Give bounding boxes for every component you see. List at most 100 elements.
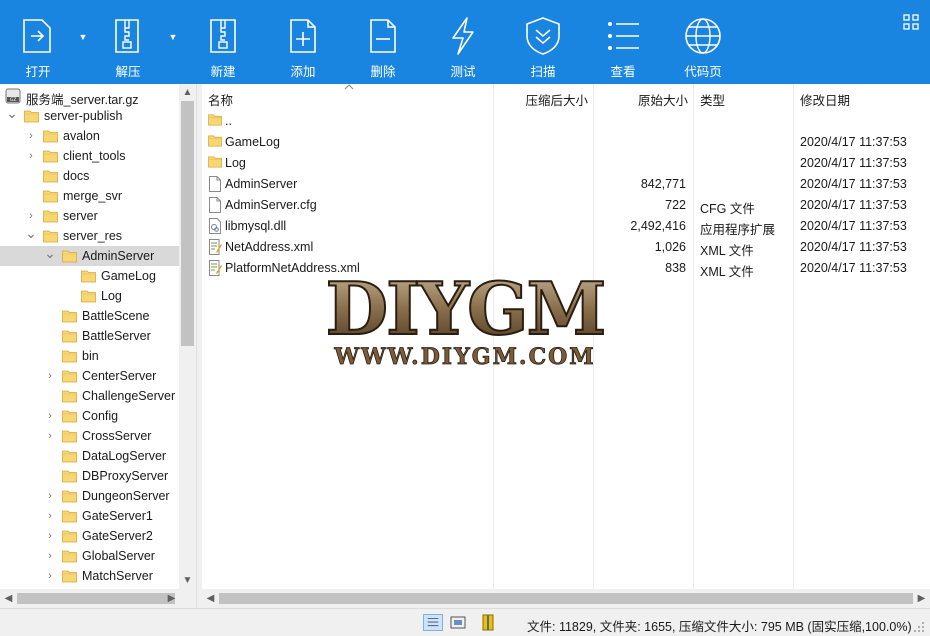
tree-item[interactable]: ⌄ AdminServer (0, 246, 180, 266)
delete-icon (370, 19, 396, 53)
scroll-left-arrow-icon[interactable]: ◀ (202, 590, 219, 607)
tree-item[interactable]: › CenterServer (0, 366, 180, 386)
column-compressed-header[interactable]: 压缩后大小 (525, 90, 588, 109)
folder-icon (62, 469, 77, 483)
tree-item[interactable]: › client_tools (0, 146, 180, 166)
thumbnail-view-icon[interactable] (448, 614, 468, 631)
tree-item[interactable]: › GlobalServer (0, 546, 180, 566)
chevron-right-icon[interactable]: › (25, 149, 37, 163)
folder-icon (43, 229, 58, 243)
grid-layout-icon[interactable] (903, 14, 919, 30)
tree-item[interactable]: › server (0, 206, 180, 226)
scroll-up-arrow-icon[interactable]: ▲ (179, 84, 196, 101)
file-name: AdminServer (225, 177, 298, 191)
scroll-left-arrow-icon[interactable]: ◀ (0, 590, 17, 607)
table-row[interactable]: GameLog 2020/4/17 11:37:53 (202, 131, 930, 152)
tree-item-label: server (63, 209, 98, 223)
original-size: 722 (665, 198, 686, 212)
tree-item[interactable]: › CrossServer (0, 426, 180, 446)
open-button[interactable]: 打开 (6, 0, 70, 84)
table-row[interactable]: libmysql.dll 2,492,416 应用程序扩展 2020/4/17 11:… (202, 215, 930, 237)
list-hscroll-thumb[interactable] (219, 593, 913, 604)
tree-item[interactable]: › DungeonServer (0, 486, 180, 506)
folder-icon (208, 155, 222, 171)
tree-item-label: DungeonServer (82, 489, 170, 503)
folder-icon (43, 209, 58, 223)
chevron-down-icon[interactable]: ⌄ (25, 226, 37, 240)
table-row[interactable]: NetAddress.xml 1,026 XML 文件 2020/4/17 11:37… (202, 236, 930, 258)
tree-item-label: ChallengeServer (82, 389, 176, 403)
table-row[interactable]: .. (202, 110, 930, 131)
column-original-header[interactable]: 原始大小 (638, 90, 688, 109)
folder-icon (208, 134, 222, 150)
chevron-down-icon[interactable]: ⌄ (6, 106, 18, 120)
chevron-right-icon[interactable]: › (25, 209, 37, 223)
extract-dropdown-arrow[interactable]: ▼ (166, 30, 180, 44)
new-archive-button[interactable]: 新建 (191, 0, 255, 84)
codepage-button[interactable]: 代码页 (671, 0, 735, 84)
original-size: 2,492,416 (630, 219, 686, 233)
scroll-down-arrow-icon[interactable]: ▼ (179, 572, 196, 589)
tree-item[interactable]: Log (0, 286, 180, 306)
chevron-right-icon[interactable]: › (25, 129, 37, 143)
tree-item[interactable]: merge_svr (0, 186, 180, 206)
tree-vertical-scrollbar[interactable]: ▲ ▼ (179, 84, 196, 589)
open-dropdown-arrow[interactable]: ▼ (76, 30, 90, 44)
extract-button[interactable]: 解压 (96, 0, 160, 84)
chevron-right-icon[interactable]: › (44, 529, 56, 543)
tree-item-label: AdminServer (82, 249, 155, 263)
test-button[interactable]: 测试 (431, 0, 495, 84)
tree-item[interactable]: › Config (0, 406, 180, 426)
modified-date: 2020/4/17 11:37:53 (800, 156, 907, 170)
tree-item[interactable]: docs (0, 166, 180, 186)
tree-horizontal-scrollbar[interactable]: ◀ ▶ (0, 589, 196, 608)
scroll-right-arrow-icon[interactable]: ▶ (163, 590, 180, 607)
folder-icon (62, 429, 77, 443)
table-row[interactable]: AdminServer.cfg 722 CFG 文件 2020/4/17 11:37:… (202, 194, 930, 216)
details-view-icon[interactable] (423, 614, 443, 631)
chevron-down-icon[interactable]: ⌄ (44, 246, 56, 260)
folder-icon (43, 189, 58, 203)
column-name-header[interactable]: 名称 (208, 90, 233, 109)
chevron-right-icon[interactable]: › (44, 369, 56, 383)
tree-item[interactable]: › GateServer1 (0, 506, 180, 526)
delete-button[interactable]: 删除 (351, 0, 415, 84)
chevron-right-icon[interactable]: › (44, 509, 56, 523)
tree-item[interactable]: › avalon (0, 126, 180, 146)
tree-item[interactable]: › MatchServer (0, 566, 180, 586)
column-modified-header[interactable]: 修改日期 (800, 90, 850, 109)
tree-item[interactable]: ⌄ server_res (0, 226, 180, 246)
tree-item[interactable]: DBProxyServer (0, 466, 180, 486)
table-row[interactable]: Log 2020/4/17 11:37:53 (202, 152, 930, 173)
chevron-right-icon[interactable]: › (44, 489, 56, 503)
tree-item[interactable]: ChallengeServer (0, 386, 180, 406)
archive-info-icon[interactable] (478, 614, 498, 631)
file-type: XML 文件 (700, 265, 754, 279)
tree-item[interactable]: › GateServer2 (0, 526, 180, 546)
view-button[interactable]: 查看 (591, 0, 655, 84)
tree-item[interactable]: bin (0, 346, 180, 366)
tree-item[interactable]: GameLog (0, 266, 180, 286)
tree-scroll-thumb[interactable] (181, 101, 194, 346)
scan-button[interactable]: 扫描 (511, 0, 575, 84)
column-type-header[interactable]: 类型 (700, 90, 725, 109)
resize-grip-icon[interactable] (913, 621, 925, 633)
folder-icon (62, 389, 77, 403)
tree-root[interactable]: GZ 服务端_server.tar.gz (0, 86, 180, 107)
tree-hscroll-thumb[interactable] (17, 593, 175, 604)
status-text: 文件: 11829, 文件夹: 1655, 压缩文件大小: 795 MB (固实… (527, 620, 912, 634)
chevron-right-icon[interactable]: › (44, 549, 56, 563)
folder-icon (62, 349, 77, 363)
tree-item[interactable]: BattleScene (0, 306, 180, 326)
chevron-right-icon[interactable]: › (44, 429, 56, 443)
scroll-right-arrow-icon[interactable]: ▶ (913, 590, 930, 607)
chevron-right-icon[interactable]: › (44, 409, 56, 423)
chevron-right-icon[interactable]: › (44, 569, 56, 583)
add-button[interactable]: 添加 (271, 0, 335, 84)
list-horizontal-scrollbar[interactable]: ◀ ▶ (202, 589, 930, 608)
tree-item[interactable]: ⌄ server-publish (0, 106, 180, 126)
open-icon (23, 19, 51, 53)
tree-item[interactable]: DataLogServer (0, 446, 180, 466)
table-row[interactable]: AdminServer 842,771 2020/4/17 11:37:53 (202, 173, 930, 194)
tree-item[interactable]: BattleServer (0, 326, 180, 346)
